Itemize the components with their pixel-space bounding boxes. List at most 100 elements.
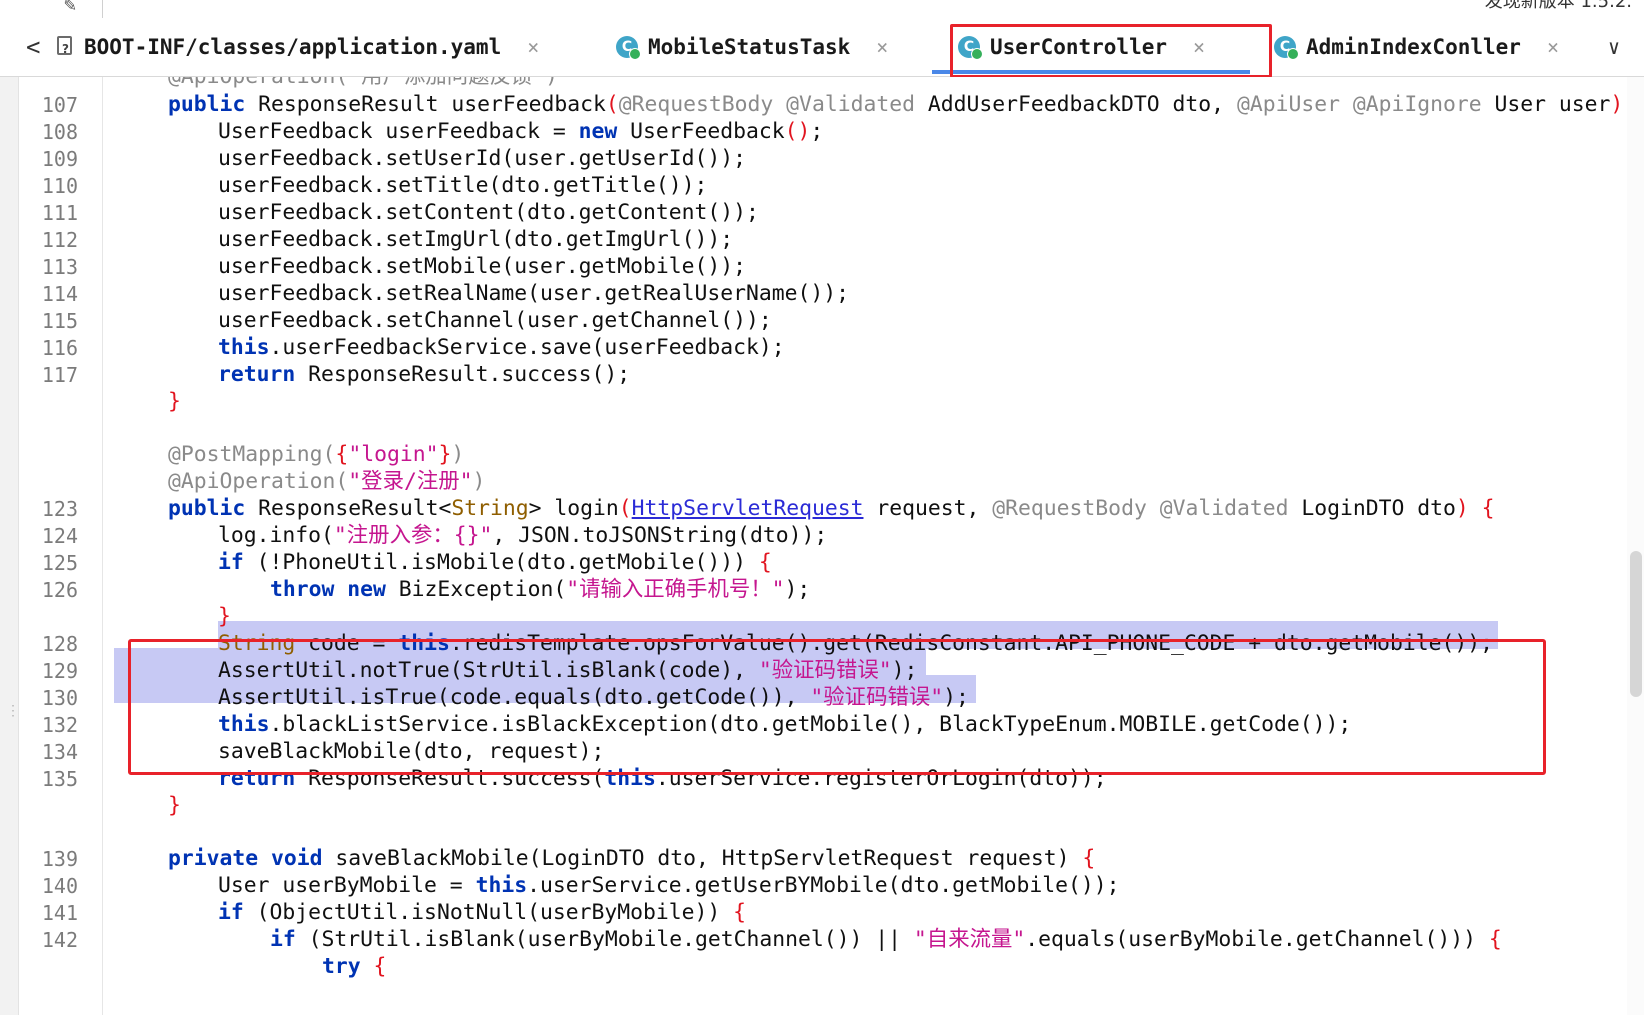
tab-admin-index-conller[interactable]: AdminIndexConller ×	[1274, 18, 1559, 76]
code-token: private void	[168, 846, 323, 871]
vertical-scrollbar[interactable]	[1630, 551, 1642, 697]
code-token: {	[335, 442, 349, 467]
code-line: @ApiOperation("用户添加问题反馈")	[168, 77, 558, 91]
code-token: return	[218, 362, 296, 387]
code-line-109: userFeedback.setUserId(user.getUserId())…	[218, 146, 747, 171]
close-tab-icon[interactable]: ×	[527, 35, 539, 59]
code-highlight-annotation	[128, 639, 1546, 775]
code-token: )	[1610, 92, 1624, 117]
code-token: new	[578, 119, 618, 144]
code-line-111: userFeedback.setContent(dto.getContent()…	[218, 200, 759, 225]
code-token: .userFeedbackService.save(userFeedback);	[269, 335, 785, 360]
code-line-126: throw new BizException("请输入正确手机号！");	[270, 576, 810, 604]
code-token: (StrUtil.isBlank(userByMobile.getChannel…	[295, 927, 914, 952]
code-token: (	[618, 496, 632, 521]
code-line-110: userFeedback.setTitle(dto.getTitle());	[218, 173, 708, 198]
code-editor[interactable]: ⋮ 107 108 109 110 111 112 113 114 115 11…	[0, 77, 1644, 1015]
yaml-file-icon	[56, 36, 74, 58]
code-token: .equals(userByMobile.getChannel()))	[1025, 927, 1489, 952]
code-token: {	[1082, 846, 1096, 871]
code-token: {	[733, 900, 747, 925]
tab-mobile-status-task[interactable]: MobileStatusTask ×	[616, 18, 888, 76]
code-line-post-mapping: @PostMapping({"login"})	[168, 441, 464, 469]
divider	[102, 0, 103, 18]
code-token: (ObjectUtil.isNotNull(userByMobile))	[243, 900, 734, 925]
tab-highlight-annotation	[950, 24, 1272, 78]
tabs-dropdown-icon[interactable]: ∨	[1608, 18, 1620, 76]
code-line-124: log.info("注册入参：{}", JSON.toJSONString(dt…	[218, 522, 827, 550]
code-line-108: UserFeedback userFeedback = new UserFeed…	[218, 118, 823, 146]
code-line-116: this.userFeedbackService.save(userFeedba…	[218, 334, 785, 362]
code-line-close: }	[218, 604, 231, 629]
code-token: (	[605, 92, 619, 117]
update-notice[interactable]: 发现新版本 1.5.2.	[1485, 0, 1632, 13]
code-token: if	[270, 927, 296, 952]
tabs-scroll-left-icon[interactable]: <	[26, 18, 40, 76]
code-token: );	[784, 577, 811, 602]
code-line-125: if (!PhoneUtil.isMobile(dto.getMobile())…	[218, 549, 772, 577]
code-line-113: userFeedback.setMobile(user.getMobile())…	[218, 254, 747, 279]
code-token: (!PhoneUtil.isMobile(dto.getMobile()))	[243, 550, 759, 575]
code-token: "登录/注册"	[348, 469, 473, 494]
code-line-123: public ResponseResult<String> login(Http…	[168, 495, 1495, 523]
code-token: public	[168, 92, 246, 117]
close-tab-icon[interactable]: ×	[876, 35, 888, 59]
code-token: > login	[528, 496, 619, 521]
code-token: @PostMapping(	[168, 442, 336, 467]
code-token: @ApiOperation(	[168, 469, 349, 494]
code-token: if	[218, 900, 244, 925]
code-token: new	[334, 577, 386, 602]
code-line-143: try {	[322, 953, 386, 981]
code-token: {	[1488, 927, 1502, 952]
code-token: @RequestBody @Validated	[618, 92, 915, 117]
class-icon	[1274, 36, 1299, 60]
code-line-139: private void saveBlackMobile(LoginDTO dt…	[168, 845, 1095, 873]
code-token: "login"	[348, 442, 439, 467]
code-token: {	[360, 954, 387, 979]
code-token: try	[322, 954, 361, 979]
code-token: @RequestBody @Validated	[992, 496, 1289, 521]
code-line-107: public ResponseResult userFeedback(@Requ…	[168, 91, 1623, 119]
code-token: .userService.getUserBYMobile(dto.getMobi…	[527, 873, 1120, 898]
code-token: )	[451, 442, 465, 467]
code-token: @ApiOperation("用户添加问题反馈")	[168, 77, 558, 89]
code-token: saveBlackMobile(LoginDTO dto, HttpServle…	[322, 846, 1083, 871]
code-token: "自来流量"	[913, 927, 1026, 952]
code-token: public	[168, 496, 246, 521]
code-line-140: User userByMobile = this.userService.get…	[218, 872, 1120, 900]
code-line-141: if (ObjectUtil.isNotNull(userByMobile)) …	[218, 899, 746, 927]
code-token: )	[472, 469, 486, 494]
tab-application-yaml[interactable]: BOOT-INF/classes/application.yaml ×	[56, 18, 539, 76]
code-token: ResponseResult userFeedback	[245, 92, 606, 117]
code-token: LoginDTO dto	[1288, 496, 1456, 521]
code-token: this	[475, 873, 528, 898]
code-token: "请输入正确手机号！"	[566, 577, 785, 602]
editor-tab-bar: < BOOT-INF/classes/application.yaml × Mo…	[0, 18, 1644, 77]
code-line-114: userFeedback.setRealName(user.getRealUse…	[218, 281, 850, 306]
code-token: ResponseResult.success();	[295, 362, 631, 387]
code-token: AddUserFeedbackDTO dto,	[914, 92, 1237, 117]
tab-label: MobileStatusTask	[648, 35, 851, 59]
tab-label: AdminIndexConller	[1306, 35, 1521, 59]
code-token: "注册入参：{}"	[333, 523, 493, 548]
code-token: ) {	[1455, 496, 1495, 521]
code-token: if	[218, 550, 244, 575]
code-token: User user	[1481, 92, 1611, 117]
code-token: UserFeedback	[617, 119, 785, 144]
code-token: throw	[270, 577, 335, 602]
code-token: ResponseResult<	[245, 496, 452, 521]
close-tab-icon[interactable]: ×	[1547, 35, 1559, 59]
code-token: ;	[810, 119, 824, 144]
code-line-api-operation: @ApiOperation("登录/注册")	[168, 468, 485, 496]
code-line-115: userFeedback.setChannel(user.getChannel(…	[218, 308, 772, 333]
code-token[interactable]: HttpServletRequest	[632, 496, 864, 521]
top-toolbar-strip: ✎ 发现新版本 1.5.2.	[0, 0, 1644, 18]
code-line-close: }	[168, 793, 181, 818]
code-line-117: return ResponseResult.success();	[218, 361, 630, 389]
code-token: User userByMobile =	[218, 873, 476, 898]
code-token: , JSON.toJSONString(dto));	[492, 523, 828, 548]
class-icon	[616, 36, 641, 60]
tool-icon[interactable]: ✎	[64, 0, 76, 16]
code-token: log.info(	[218, 523, 334, 548]
code-token: request,	[863, 496, 993, 521]
